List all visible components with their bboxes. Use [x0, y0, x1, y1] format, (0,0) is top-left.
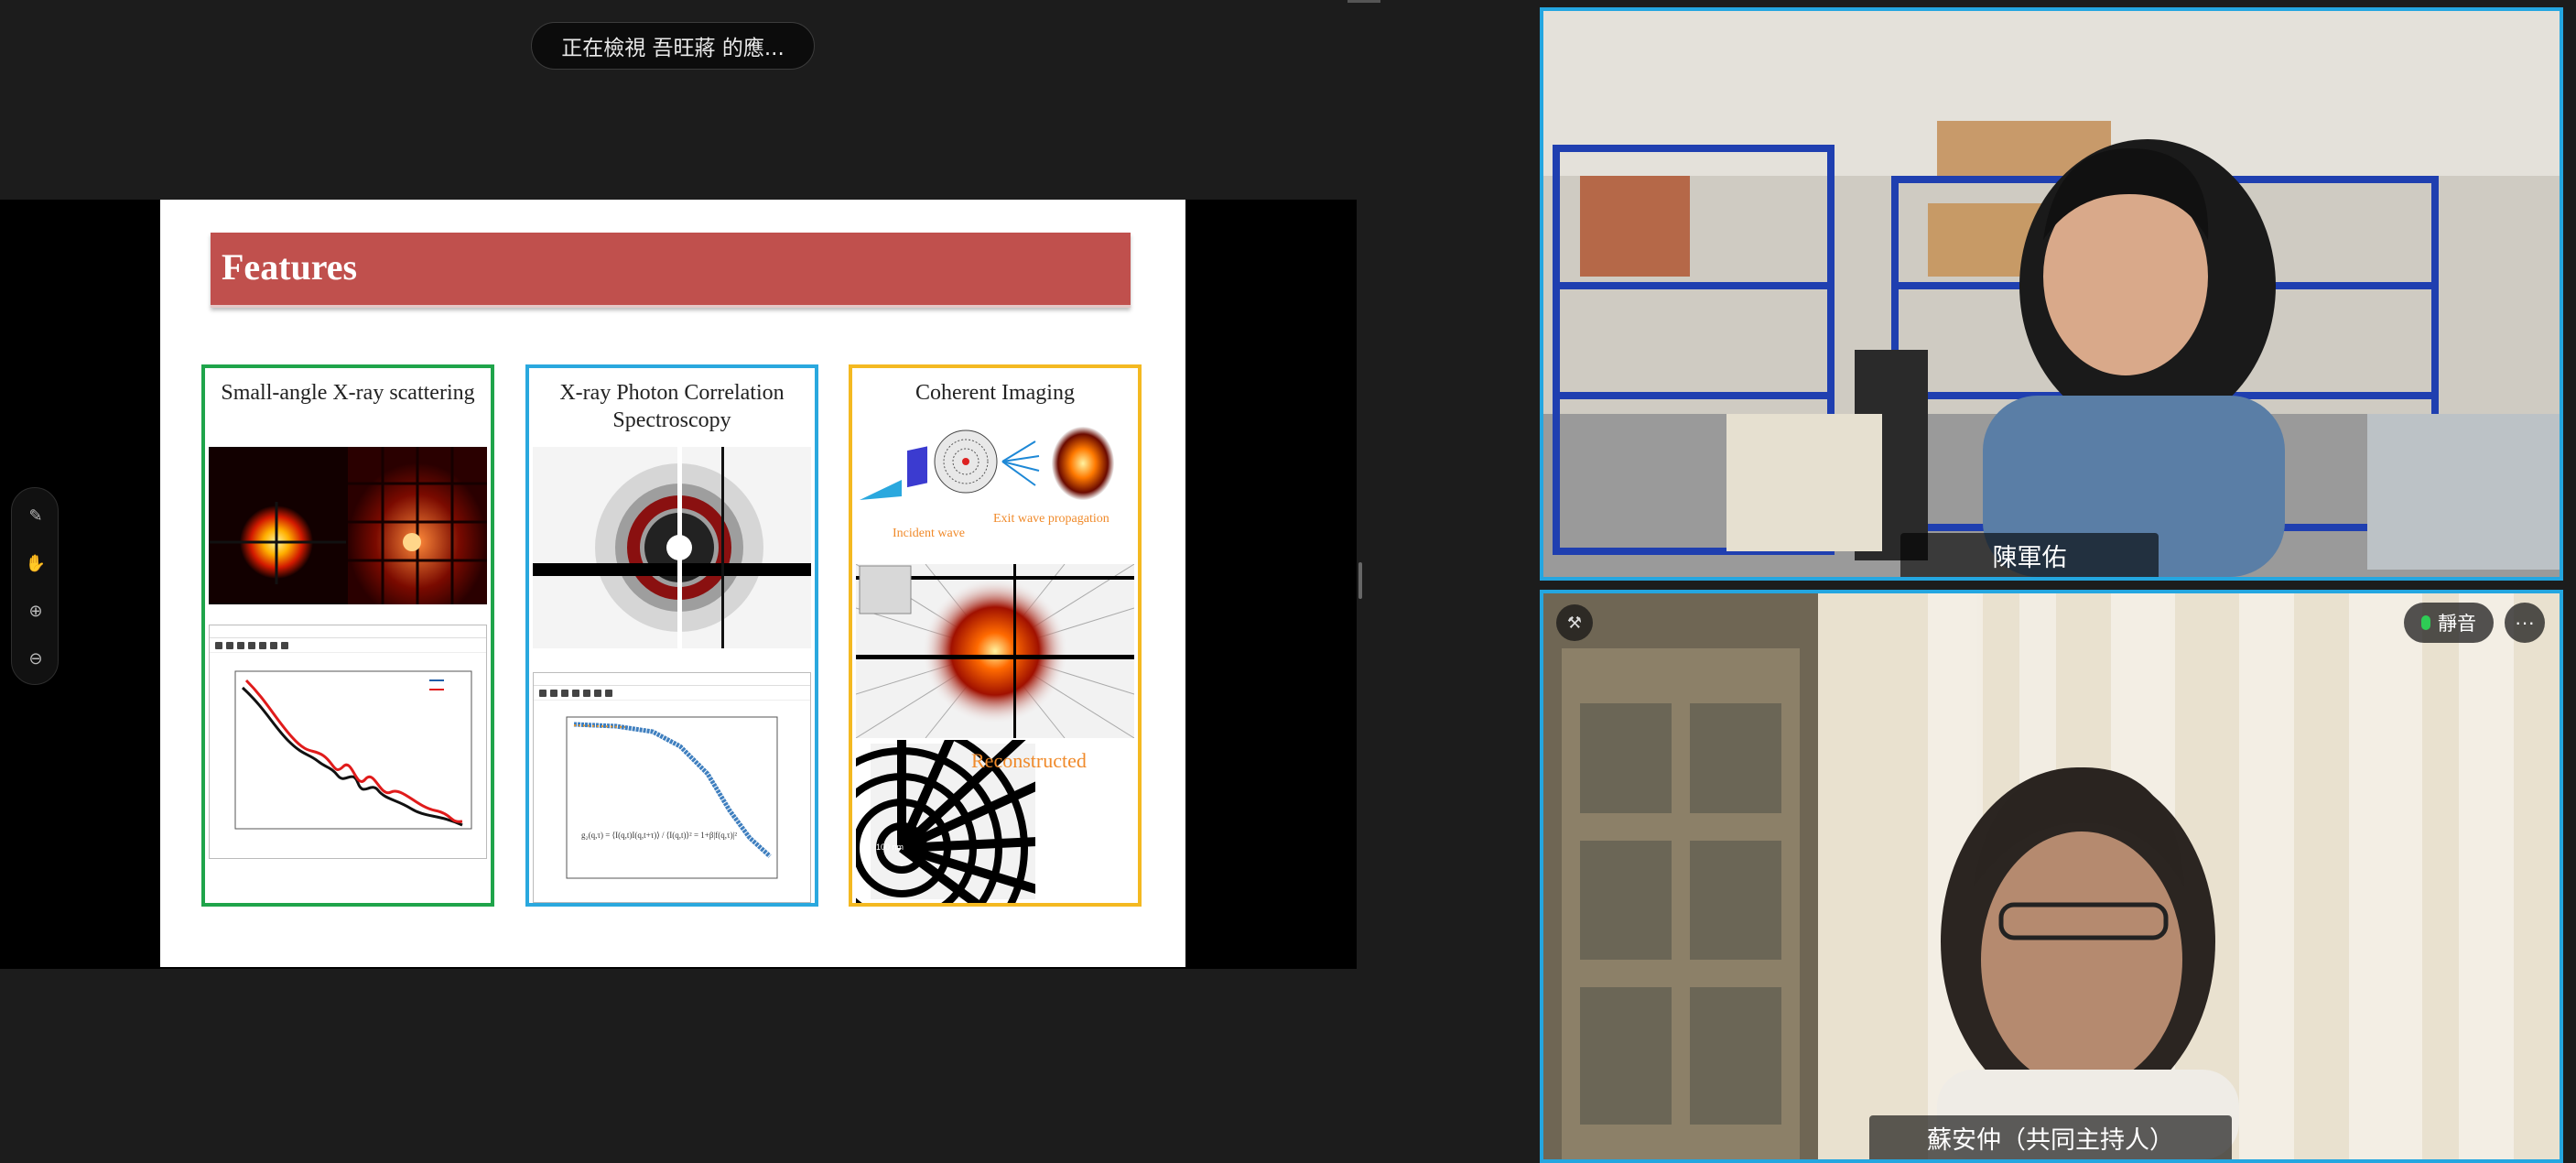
exit-wave-label: Exit wave propagation — [993, 512, 1109, 526]
pin-icon[interactable]: ⚒ — [1556, 604, 1593, 641]
participant-video — [1543, 11, 2560, 577]
more-options-button[interactable]: ··· — [2505, 603, 2545, 643]
xpcs-plot-window: g₂(q,τ) = ⟨I(q,t)I(q,t+τ)⟩ / ⟨I(q,t)⟩² =… — [533, 672, 811, 903]
mute-status-label: 靜音 — [2438, 613, 2476, 635]
participant-name: 陳軍佑 — [1900, 533, 2159, 577]
panel-title: Small-angle X-ray scattering — [221, 381, 475, 405]
saxs-plot-window — [209, 625, 487, 859]
slide-title: Features — [222, 246, 358, 288]
figure-titlebar — [210, 625, 486, 638]
slide-title-bar: Features — [211, 233, 1131, 308]
cdi-diffraction-image — [856, 564, 1134, 738]
share-banner[interactable]: 正在檢視 吾旺蔣 的應... — [531, 22, 815, 70]
panel-saxs: Small-angle X-ray scattering — [201, 364, 494, 907]
hand-icon[interactable]: ✋ — [25, 552, 47, 574]
annotate-icon[interactable]: ✎ — [25, 505, 47, 527]
cdi-reconstruction-image: Reconstructed 100 nm — [856, 740, 1134, 903]
top-handle — [1348, 0, 1380, 3]
cdi-schematic-image: Incident wave Exit wave propagation — [860, 427, 1114, 540]
video-tile-participant-1[interactable]: 陳軍佑 — [1540, 7, 2563, 581]
panel-title: Coherent Imaging — [915, 381, 1075, 405]
zoom-out-icon[interactable]: ⊖ — [25, 647, 47, 669]
scale-bar-label: 100 nm — [876, 842, 904, 852]
meeting-window: 正在檢視 吾旺蔣 的應... Features Small-angle X-ra… — [0, 0, 2576, 1163]
split-drag-handle[interactable] — [1358, 562, 1362, 599]
participant-name: 蘇安仲（共同主持人） — [1869, 1115, 2232, 1159]
saxs-pattern-image — [209, 447, 487, 604]
reconstructed-label: Reconstructed — [971, 749, 1087, 772]
panel-coherent-imaging: Coherent Imaging Incident wave Exit wave… — [849, 364, 1142, 907]
svg-text:g₂(q,τ) = ⟨I(q,t)I(q,t+τ)⟩ / ⟨: g₂(q,τ) = ⟨I(q,t)I(q,t+τ)⟩ / ⟨I(q,t)⟩² =… — [581, 831, 737, 840]
figure-toolbar — [210, 638, 486, 653]
screen-share-toolbar: ✎ ✋ ⊕ ⊖ — [11, 487, 59, 685]
presentation-slide: Features Small-angle X-ray scattering X-… — [160, 200, 1185, 967]
saxs-curve-plot — [234, 670, 472, 830]
xpcs-pattern-image — [533, 447, 811, 648]
xpcs-correlation-plot: g₂(q,τ) = ⟨I(q,t)I(q,t+τ)⟩ / ⟨I(q,t)⟩² =… — [566, 716, 778, 879]
zoom-in-icon[interactable]: ⊕ — [25, 600, 47, 622]
mute-status-badge[interactable]: 靜音 — [2404, 603, 2494, 643]
video-tile-participant-2[interactable]: ⚒ 靜音 ··· 蘇安仲（共同主持人） — [1540, 590, 2563, 1163]
mic-icon — [2421, 615, 2430, 630]
incident-wave-label: Incident wave — [893, 527, 965, 540]
figure-titlebar — [534, 673, 810, 686]
panel-xpcs: X-ray Photon Correlation Spectroscopy g₂… — [525, 364, 818, 907]
panel-title: X-ray Photon Correlation Spectroscopy — [559, 381, 785, 432]
participant-video — [1543, 593, 2560, 1159]
figure-toolbar — [534, 686, 810, 701]
